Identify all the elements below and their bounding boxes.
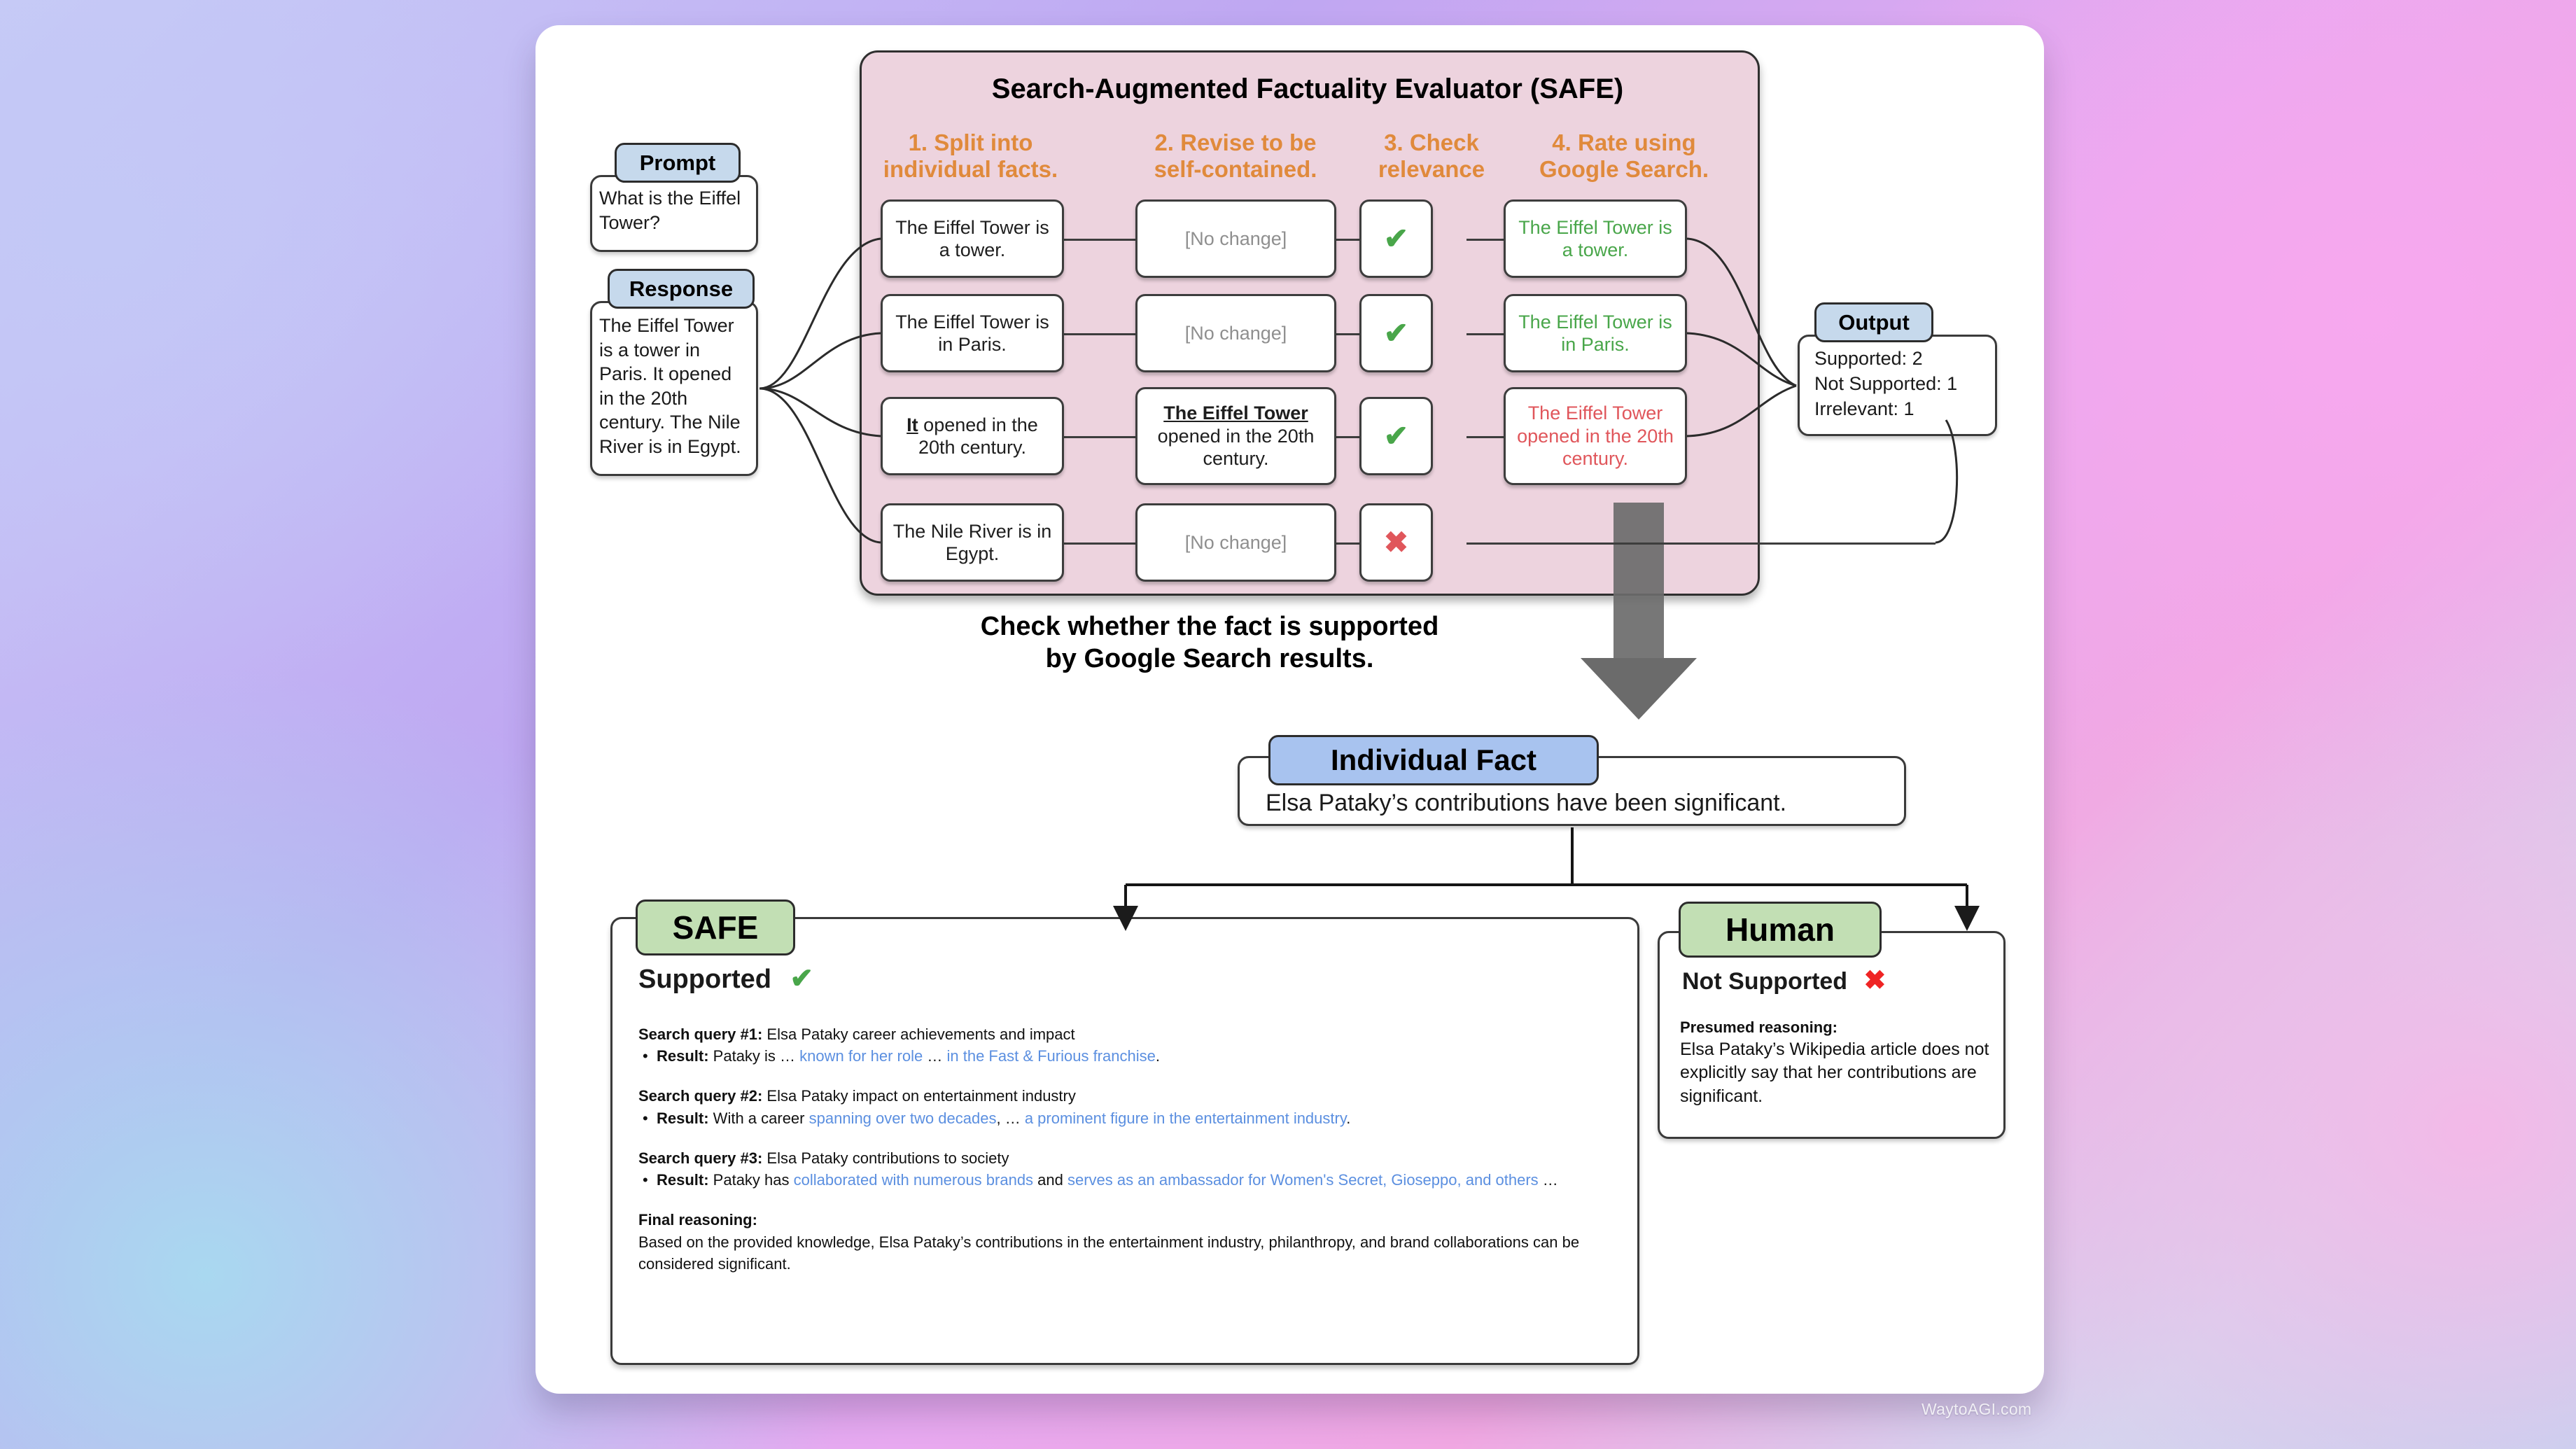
bullet-icon: • [643,1109,648,1127]
safe-verdict: Supported ✔ [638,962,813,995]
row-connector [1336,542,1360,545]
response-tag-label: Response [629,276,734,301]
caption-line-2: by Google Search results. [1045,644,1374,674]
result-text: Pataky is … known for her role … in the … [708,1047,1160,1065]
safe-result-tag: SAFE [636,899,795,955]
search-query-label: Search query #3: [638,1149,763,1167]
relevance-check-icon: ✔ [1359,397,1433,475]
revise-cell: [No change] [1135,200,1336,278]
caption-line-1: Check whether the fact is supported [980,612,1439,641]
individual-fact-tag: Individual Fact [1268,735,1599,785]
prompt-text: What is the Eiffel Tower? [599,188,741,233]
search-query-block: Search query #2: Elsa Pataky impact on e… [638,1085,1618,1128]
relevance-check-icon: ✔ [1359,200,1433,278]
search-query-line: Search query #3: Elsa Pataky contributio… [638,1147,1618,1169]
row-connector [1336,333,1360,335]
column-heading-rate: 4. Rate using Google Search. [1539,130,1709,182]
row-connector [1466,239,1505,241]
row-connector [1466,436,1505,438]
individual-fact-text: Elsa Pataky’s contributions have been si… [1266,790,1787,816]
row-connector [1466,333,1505,335]
row-connector [1063,239,1136,241]
check-mark-icon: ✔ [790,963,814,994]
output-line-not-supported: Not Supported: 1 [1814,373,1958,394]
split-pronoun: It [906,414,918,435]
rating-cell: The Eiffel Tower opened in the 20th cent… [1504,387,1687,485]
search-query-text: Elsa Pataky impact on entertainment indu… [762,1087,1076,1105]
split-fact-cell: The Eiffel Tower is in Paris. [881,294,1064,372]
safe-result-tag-label: SAFE [672,909,759,946]
search-result-line: • Result: Pataky is … known for her role … [638,1045,1618,1067]
relevance-check-icon: ✔ [1359,294,1433,372]
row-connector [1063,436,1136,438]
search-query-line: Search query #1: Elsa Pataky career achi… [638,1023,1618,1045]
column-heading-relevance: 3. Check relevance [1378,130,1485,182]
pipeline-caption: Check whether the fact is supported by G… [860,610,1560,676]
revise-cell: [No change] [1135,294,1336,372]
search-result-line: • Result: Pataky has collaborated with nu… [638,1169,1574,1191]
search-query-label: Search query #2: [638,1087,763,1105]
output-tag-label: Output [1838,309,1910,335]
split-rest: opened in the 20th century. [918,414,1038,458]
column-heading-revise: 2. Revise to be self-contained. [1154,130,1317,182]
search-query-block: Search query #3: Elsa Pataky contributio… [638,1147,1618,1191]
human-verdict: Not Supported ✖ [1682,965,1886,996]
revise-cell: The Eiffel Tower opened in the 20th centu… [1135,387,1336,485]
prompt-tag-label: Prompt [639,150,716,175]
split-fact-cell: The Eiffel Tower is a tower. [881,200,1064,278]
row-connector [1336,436,1360,438]
output-line-supported: Supported: 2 [1814,348,1923,369]
search-query-text: Elsa Pataky career achievements and impa… [762,1026,1075,1043]
relevance-cross-icon: ✖ [1359,503,1433,582]
output-line-irrelevant: Irrelevant: 1 [1814,398,1914,419]
split-fact-cell: It opened in the 20th century. [881,397,1064,475]
result-label: Result: [657,1109,709,1127]
human-reasoning: Presumed reasoning: Elsa Pataky’s Wikipe… [1680,1016,1998,1108]
search-query-line: Search query #2: Elsa Pataky impact on e… [638,1085,1618,1107]
split-fact-cell: The Nile River is in Egypt. [881,503,1064,582]
search-query-text: Elsa Pataky contributions to society [762,1149,1009,1167]
response-text: The Eiffel Tower is a tower in Paris. It… [599,315,741,457]
safe-verdict-label: Supported [638,965,771,994]
output-tag: Output [1814,302,1933,342]
human-result-tag: Human [1679,902,1882,958]
human-result-tag-label: Human [1726,911,1835,948]
result-text: Pataky has collaborated with numerous br… [708,1171,1558,1189]
row-connector [1336,239,1360,241]
safe-queries: Search query #1: Elsa Pataky career achi… [638,1023,1618,1275]
presumed-reasoning-text: Elsa Pataky’s Wikipedia article does not… [1680,1040,1989,1106]
watermark: WaytoAGI.com [1921,1400,2032,1418]
revise-subject: The Eiffel Tower [1163,402,1308,424]
rating-cell: The Eiffel Tower is a tower. [1504,200,1687,278]
search-result-line: • Result: With a career spanning over two… [638,1107,1618,1129]
result-label: Result: [657,1171,709,1189]
column-heading-split: 1. Split into individual facts. [883,130,1058,182]
human-verdict-label: Not Supported [1682,968,1848,995]
response-tag: Response [608,269,755,309]
safe-panel-title: Search-Augmented Factuality Evaluator (S… [991,74,1624,104]
final-reasoning-label: Final reasoning: [638,1211,757,1229]
diagram-canvas: Search-Augmented Factuality Evaluator (S… [0,0,2576,1449]
presumed-reasoning-label: Presumed reasoning: [1680,1018,1837,1036]
row-connector [1466,542,1935,545]
bullet-icon: • [643,1047,648,1065]
search-query-label: Search query #1: [638,1026,763,1043]
individual-fact-tag-label: Individual Fact [1330,743,1537,776]
final-reasoning-block: Final reasoning: Based on the provided k… [638,1209,1618,1275]
revise-rest: opened in the 20th century. [1157,425,1315,470]
final-reasoning-text: Based on the provided knowledge, Elsa Pa… [638,1233,1580,1273]
search-query-block: Search query #1: Elsa Pataky career achi… [638,1023,1618,1067]
bullet-icon: • [643,1171,648,1189]
row-connector [1063,333,1136,335]
prompt-tag: Prompt [615,143,741,183]
result-label: Result: [657,1047,709,1065]
revise-cell: [No change] [1135,503,1336,582]
row-connector [1063,542,1136,545]
rating-cell: The Eiffel Tower is in Paris. [1504,294,1687,372]
cross-mark-icon: ✖ [1863,966,1886,995]
result-text: With a career spanning over two decades,… [708,1109,1351,1127]
